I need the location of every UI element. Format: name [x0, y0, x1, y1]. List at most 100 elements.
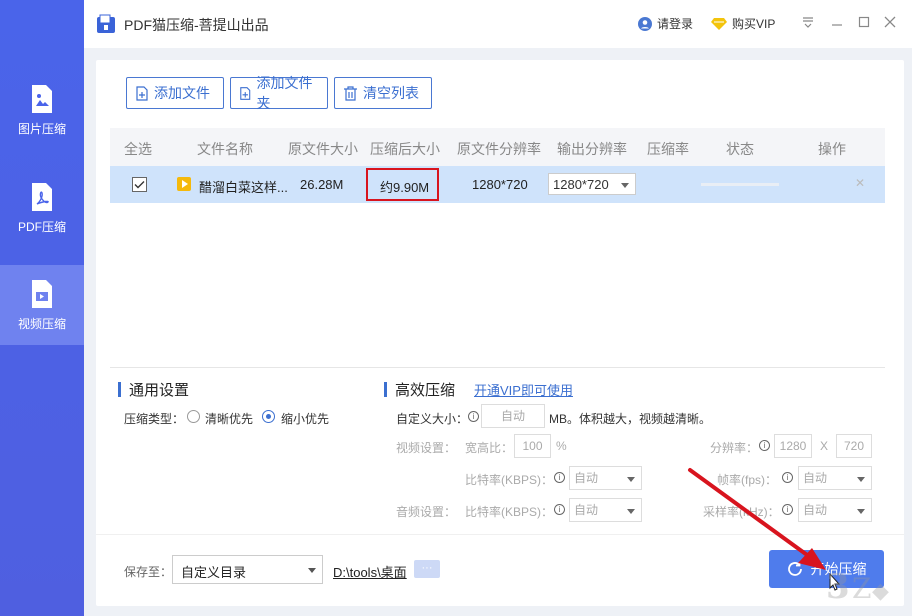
clear-first-label: 清晰优先: [205, 412, 254, 426]
check-icon: [134, 181, 145, 189]
video-bitrate-label: 比特率(KBPS)：: [465, 473, 554, 487]
login-link[interactable]: 请登录: [638, 15, 693, 32]
browse-button[interactable]: ···: [414, 560, 440, 578]
chevron-down-icon: [857, 509, 865, 514]
aspect-ratio-label: 宽高比：: [465, 441, 514, 455]
chevron-down-icon: [308, 568, 316, 573]
image-file-icon: [32, 85, 52, 113]
audio-bitrate-label: 比特率(KBPS)：: [465, 505, 554, 519]
buy-vip-label: 购买VIP: [732, 17, 776, 31]
sidebar-item-label: 视频压缩: [17, 317, 66, 331]
add-folder-label: 添加文件夹: [256, 75, 313, 111]
info-icon[interactable]: i: [468, 411, 479, 422]
chevron-down-icon: [857, 477, 865, 482]
action-header: 操作: [818, 141, 846, 157]
fps-label: 帧率(fps)：: [717, 473, 778, 487]
sidebar-item-label: 图片压缩: [17, 122, 66, 136]
svg-text:3: 3: [826, 567, 850, 607]
chevron-down-icon: [627, 509, 635, 514]
video-bitrate-select[interactable]: 自动: [569, 466, 642, 490]
video-bitrate-value: 自动: [574, 471, 599, 485]
sidebar-item-pdf-compress[interactable]: PDF压缩: [0, 168, 84, 248]
save-path[interactable]: D:\tools\桌面: [333, 562, 407, 581]
info-icon[interactable]: i: [759, 440, 770, 451]
app-logo-icon: [97, 14, 115, 33]
select-all-header[interactable]: 全选: [124, 139, 152, 159]
row-checkbox[interactable]: [132, 177, 147, 192]
sidebar: 图片压缩 PDF压缩 视频压缩: [0, 0, 84, 616]
svg-text:◆: ◆: [872, 579, 889, 604]
custom-size-hint: MB。体积越大，视频越清晰。: [549, 412, 712, 426]
aspect-ratio-input[interactable]: 100: [514, 434, 551, 458]
refresh-icon: [787, 562, 802, 576]
chevron-down-icon: [621, 183, 629, 188]
orig-resolution: 1280*720: [472, 177, 528, 192]
radio-clear-first[interactable]: [187, 410, 200, 423]
info-icon[interactable]: i: [554, 504, 565, 515]
video-file-icon: [32, 280, 52, 308]
filename-header: 文件名称: [197, 141, 253, 157]
info-icon[interactable]: i: [554, 472, 565, 483]
info-icon[interactable]: i: [782, 472, 793, 483]
rate-header: 压缩率: [647, 141, 689, 157]
custom-size-label: 自定义大小：: [396, 412, 469, 426]
save-to-label: 保存至：: [124, 565, 173, 579]
info-icon[interactable]: i: [782, 504, 793, 515]
resolution-height-input[interactable]: 720: [836, 434, 872, 458]
small-first-label: 缩小优先: [281, 412, 330, 426]
clear-list-button[interactable]: 清空列表: [334, 77, 432, 109]
diamond-icon: [711, 17, 727, 30]
audio-bitrate-value: 自动: [574, 503, 599, 517]
audio-bitrate-select[interactable]: 自动: [569, 498, 642, 522]
chevron-down-icon: [627, 477, 635, 482]
progress-bar: [701, 183, 779, 186]
orig-size: 26.28M: [300, 177, 344, 192]
add-file-icon: [136, 85, 148, 101]
add-folder-icon: [240, 86, 251, 100]
fps-select[interactable]: 自动: [798, 466, 872, 490]
sidebar-item-video-compress[interactable]: 视频压缩: [0, 265, 84, 345]
divider: [110, 367, 885, 368]
fps-value: 自动: [803, 471, 828, 485]
open-vip-link[interactable]: 开通VIP即可使用: [474, 380, 573, 399]
status-header: 状态: [726, 141, 754, 157]
sample-rate-label: 采样率(kHz)：: [703, 505, 780, 519]
video-settings-label: 视频设置：: [396, 441, 457, 455]
video-file-icon: [177, 177, 191, 191]
close-icon[interactable]: [882, 14, 898, 32]
general-settings-title: 通用设置: [118, 379, 189, 400]
efficient-compress-label: 高效压缩: [395, 382, 456, 399]
out-res-header: 输出分辨率: [557, 141, 627, 157]
delete-row-icon[interactable]: ✕: [855, 176, 865, 190]
orig-size-header: 原文件大小: [288, 141, 358, 157]
output-resolution-select[interactable]: 1280*720: [548, 173, 636, 195]
orig-res-header: 原文件分辨率: [457, 141, 541, 157]
table-header: 全选 文件名称 原文件大小 压缩后大小 原文件分辨率 输出分辨率 压缩率 状态 …: [110, 128, 885, 166]
resolution-width-input[interactable]: 1280: [774, 434, 812, 458]
app-title: PDF猫压缩-菩提山出品: [124, 17, 269, 33]
table-row[interactable]: 醋溜白菜这样... 26.28M 约9.90M 1280*720 1280*72…: [110, 166, 885, 203]
resolution-x-label: X: [820, 439, 829, 453]
compressed-size-header: 压缩后大小: [370, 141, 440, 157]
add-file-label: 添加文件: [154, 85, 210, 101]
sample-rate-value: 自动: [803, 503, 828, 517]
add-file-button[interactable]: 添加文件: [126, 77, 224, 109]
save-location-select[interactable]: 自定义目录: [172, 555, 323, 584]
audio-settings-label: 音频设置：: [396, 505, 457, 519]
watermark-logo: 3 Z ◆: [826, 567, 889, 607]
add-folder-button[interactable]: 添加文件夹: [230, 75, 328, 111]
minimize-icon[interactable]: [829, 14, 845, 32]
pdf-file-icon: [32, 183, 52, 211]
sidebar-item-image-compress[interactable]: 图片压缩: [0, 70, 84, 150]
user-icon: [638, 16, 652, 31]
maximize-icon[interactable]: [856, 14, 872, 32]
svg-text:Z: Z: [852, 572, 871, 605]
buy-vip-link[interactable]: 购买VIP: [711, 15, 775, 32]
radio-small-first[interactable]: [262, 410, 275, 423]
menu-icon[interactable]: [800, 14, 816, 32]
clear-list-label: 清空列表: [363, 85, 419, 101]
aspect-ratio-unit: %: [556, 439, 567, 453]
custom-size-input[interactable]: 自动: [481, 404, 545, 428]
sample-rate-select[interactable]: 自动: [798, 498, 872, 522]
titlebar: PDF猫压缩-菩提山出品 请登录 购买VIP: [84, 0, 912, 48]
